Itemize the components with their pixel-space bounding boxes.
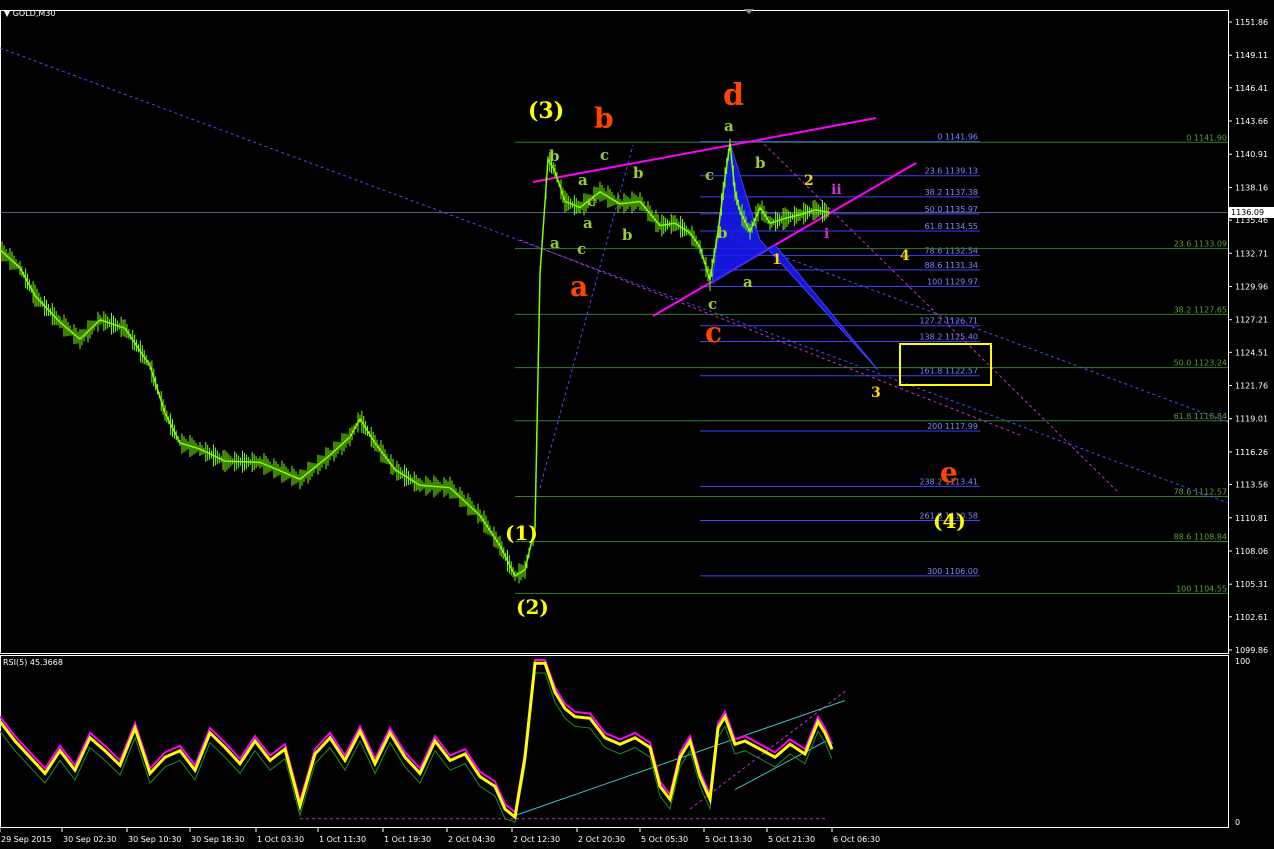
wave-label: b — [717, 224, 728, 242]
wave-label: 1 — [772, 252, 782, 268]
y-tick-label: 1146.41 — [1235, 84, 1268, 93]
y-tick-label: 1138.16 — [1235, 183, 1268, 192]
fib-label-blue: 88.6 1131.34 — [925, 261, 978, 270]
fib-label-blue: 300 1106.00 — [927, 567, 978, 576]
fib-label-blue: 23.6 1139.13 — [925, 167, 978, 176]
fib-label-green: 0 1141.90 — [1186, 133, 1227, 142]
current-price-tag: 1136.09 — [1229, 207, 1274, 218]
rsi-line — [0, 661, 834, 820]
wave-label: c — [600, 146, 609, 164]
fib-label-blue: 0 1141.96 — [937, 133, 978, 142]
x-tick-label: 29 Sep 2015 — [1, 835, 52, 844]
fib-label-blue: 100 1129.97 — [927, 277, 978, 286]
x-tick-label: 30 Sep 02:30 — [63, 835, 116, 844]
wave-label: 2 — [804, 173, 814, 189]
wave-label: b — [594, 102, 614, 135]
x-tick-label: 30 Sep 18:30 — [191, 835, 244, 844]
wave-label: a — [570, 270, 588, 303]
fib-label-green: 38.2 1127.65 — [1174, 305, 1227, 314]
fib-label-green: 50.0 1123.24 — [1174, 359, 1227, 368]
rsi-tick-label: 100 — [1235, 657, 1250, 666]
fib-label-green: 88.6 1108.84 — [1174, 533, 1227, 542]
fib-label-green: 78.6 1112.57 — [1174, 488, 1227, 497]
x-tick-label: 30 Sep 10:30 — [128, 835, 181, 844]
rsi-label: RSI(5) 45.3668 — [3, 658, 63, 667]
x-tick-label: 1 Oct 03:30 — [257, 835, 304, 844]
rsi-tick-label: 0 — [1235, 818, 1240, 827]
collapse-triangle-icon[interactable]: ▼ — [4, 9, 10, 18]
y-tick-label: 1116.26 — [1235, 448, 1268, 457]
wave-label: c — [708, 295, 717, 313]
price-line — [0, 143, 831, 577]
wave-label: d — [723, 78, 744, 113]
wave-label: ii — [831, 182, 842, 198]
y-tick-label: 1129.96 — [1235, 282, 1268, 291]
wave-label: a — [550, 234, 560, 252]
x-tick-label: 2 Oct 04:30 — [448, 835, 495, 844]
x-tick-label: 1 Oct 19:30 — [384, 835, 431, 844]
y-tick-label: 1121.76 — [1235, 382, 1268, 391]
y-tick-label: 1099.86 — [1235, 646, 1268, 655]
x-tick-label: 2 Oct 12:30 — [513, 835, 560, 844]
shift-marker-icon — [744, 9, 754, 14]
y-tick-label: 1110.81 — [1235, 514, 1268, 523]
fib-label-blue: 78.6 1132.54 — [925, 246, 978, 255]
wave-label: a — [724, 117, 734, 135]
y-tick-label: 1151.86 — [1235, 18, 1268, 27]
wave-label: (1) — [505, 521, 538, 545]
wave-label: c — [705, 166, 714, 184]
wave-label: (3) — [528, 98, 564, 124]
long-downtrend-line — [0, 47, 1229, 504]
x-tick-label: 5 Oct 05:30 — [641, 835, 688, 844]
y-tick-label: 1119.01 — [1235, 415, 1268, 424]
x-tick-label: 5 Oct 21:30 — [768, 835, 815, 844]
y-tick-label: 1108.06 — [1235, 547, 1268, 556]
y-tick-label: 1149.11 — [1235, 51, 1268, 60]
fib-label-blue: 127.2 1126.71 — [919, 317, 978, 326]
y-tick-label: 1132.71 — [1235, 249, 1268, 258]
wave-label: (2) — [516, 595, 549, 619]
symbol-text: GOLD,M30 — [12, 9, 56, 18]
wave-label: a — [583, 214, 593, 232]
y-tick-label: 1127.21 — [1235, 316, 1268, 325]
y-tick-label: 1105.31 — [1235, 580, 1268, 589]
price-chart[interactable]: 0 1141.96 23.6 1139.13 38.2 1137.38 50.0 11… — [0, 0, 1274, 849]
fib-label-green: 61.8 1118.84 — [1174, 412, 1227, 421]
x-tick-label: 6 Oct 06:30 — [833, 835, 880, 844]
y-tick-label: 1113.56 — [1235, 481, 1268, 490]
wave-label: (4) — [933, 509, 966, 533]
fib-label-blue: 38.2 1137.38 — [925, 188, 978, 197]
main-pane-frame — [0, 10, 1229, 654]
wave-label: 3 — [871, 385, 881, 401]
fib-label-green: 100 1104.55 — [1176, 584, 1227, 593]
fib-label-green: 23.6 1133.09 — [1174, 240, 1227, 249]
wave-label: a — [743, 273, 753, 291]
wave-label: 4 — [900, 248, 910, 264]
wave-label: e — [940, 456, 958, 489]
symbol-label: ▼ GOLD,M30 — [4, 9, 55, 18]
wave-label: i — [824, 226, 829, 242]
fib-label-blue: 61.8 1134.55 — [925, 222, 978, 231]
wave-label: b — [633, 164, 644, 182]
target-zone-box — [899, 343, 992, 386]
wave-label: c — [705, 316, 722, 349]
y-tick-label: 1124.51 — [1235, 348, 1268, 357]
y-tick-label: 1143.66 — [1235, 117, 1268, 126]
x-tick-label: 5 Oct 13:30 — [705, 835, 752, 844]
wave-label: a — [578, 171, 588, 189]
x-tick-label: 2 Oct 20:30 — [578, 835, 625, 844]
wave-label: b — [549, 147, 560, 165]
wave-label: b — [622, 226, 633, 244]
x-tick-label: 1 Oct 11:30 — [319, 835, 366, 844]
harmonic-pattern-shape — [711, 142, 879, 371]
wave-label: c — [577, 240, 586, 258]
wave-label: b — [755, 154, 766, 172]
wave-label: c — [587, 192, 596, 210]
fib-label-blue: 200 1117.99 — [927, 422, 978, 431]
fib-label-blue: 138.2 1125.40 — [919, 333, 978, 342]
chart-window[interactable]: 0 1141.96 23.6 1139.13 38.2 1137.38 50.0 11… — [0, 0, 1274, 849]
y-tick-label: 1140.91 — [1235, 150, 1268, 159]
y-tick-label: 1102.61 — [1235, 613, 1268, 622]
